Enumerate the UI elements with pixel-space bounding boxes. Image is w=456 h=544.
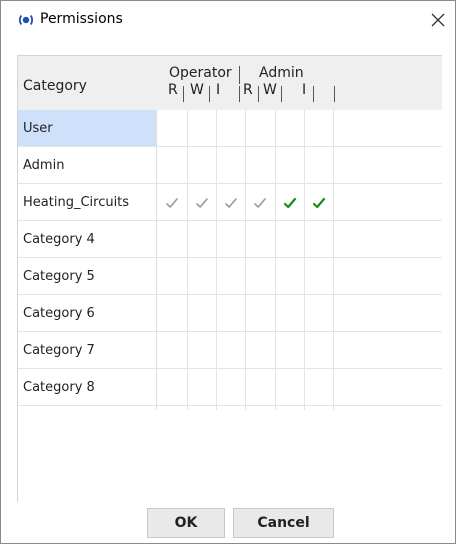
- permission-cell-admin-write[interactable]: [276, 258, 304, 295]
- permission-cell-admin-write[interactable]: [276, 221, 304, 258]
- checkmark-icon: [312, 197, 326, 209]
- subcolumn-separator: [281, 86, 282, 102]
- permission-cell-admin-write[interactable]: [276, 369, 304, 406]
- table-row[interactable]: Category 4: [18, 221, 442, 258]
- permission-cell-operator-inherit[interactable]: [217, 258, 245, 295]
- permission-cell-operator-write[interactable]: [188, 110, 216, 147]
- permission-cell-admin-read[interactable]: [246, 258, 274, 295]
- admin-inherit-header[interactable]: I: [302, 82, 306, 98]
- table-row[interactable]: Category 8: [18, 369, 442, 406]
- permission-cell-operator-read[interactable]: [158, 147, 186, 184]
- permission-cell-operator-inherit[interactable]: [217, 147, 245, 184]
- row-category-label[interactable]: Heating_Circuits: [18, 184, 156, 221]
- permission-cell-admin-read[interactable]: [246, 110, 274, 147]
- subcolumn-separator: [239, 86, 240, 102]
- permission-cell-operator-read[interactable]: [158, 184, 186, 221]
- subcolumn-separator: [183, 86, 184, 102]
- row-category-label[interactable]: Category 8: [18, 369, 156, 406]
- operator-write-header[interactable]: W: [190, 82, 204, 98]
- group-separator: [239, 66, 240, 84]
- ok-button[interactable]: OK: [147, 508, 225, 538]
- title-bar: Permissions: [1, 1, 455, 41]
- permission-cell-admin-write[interactable]: [276, 295, 304, 332]
- permission-cell-operator-read[interactable]: [158, 332, 186, 369]
- inherited-checkmark-icon: [225, 198, 237, 208]
- permission-cell-operator-inherit[interactable]: [217, 110, 245, 147]
- operator-group-header[interactable]: Operator: [169, 65, 232, 81]
- row-category-label[interactable]: Category 7: [18, 332, 156, 369]
- table-row[interactable]: Heating_Circuits: [18, 184, 442, 221]
- inherited-checkmark-icon: [166, 198, 178, 208]
- permission-cell-operator-write[interactable]: [188, 221, 216, 258]
- permission-cell-admin-write[interactable]: [276, 147, 304, 184]
- table-header: Category Operator Admin R W I R W I: [18, 56, 442, 110]
- permission-cell-operator-read[interactable]: [158, 369, 186, 406]
- close-icon[interactable]: [425, 7, 451, 33]
- permissions-dialog: Permissions Category Operator Admin R W …: [0, 0, 456, 544]
- permission-cell-operator-inherit[interactable]: [217, 369, 245, 406]
- checkmark-icon: [283, 197, 297, 209]
- permission-cell-admin-inherit[interactable]: [305, 110, 333, 147]
- permission-cell-admin-read[interactable]: [246, 221, 274, 258]
- operator-read-header[interactable]: R: [168, 82, 178, 98]
- inherited-checkmark-icon: [254, 198, 266, 208]
- permissions-table: Category Operator Admin R W I R W I User…: [17, 55, 442, 502]
- permission-cell-operator-read[interactable]: [158, 258, 186, 295]
- permission-cell-admin-inherit[interactable]: [305, 184, 333, 221]
- permission-cell-admin-write[interactable]: [276, 110, 304, 147]
- eye-icon: [18, 15, 34, 25]
- permission-cell-admin-read[interactable]: [246, 369, 274, 406]
- subcolumn-separator: [209, 86, 210, 102]
- permission-cell-operator-inherit[interactable]: [217, 221, 245, 258]
- subcolumn-separator: [258, 86, 259, 102]
- operator-inherit-header[interactable]: I: [216, 82, 220, 98]
- permission-cell-operator-read[interactable]: [158, 295, 186, 332]
- permission-cell-operator-write[interactable]: [188, 147, 216, 184]
- category-column-header: Category: [23, 78, 87, 94]
- row-category-label[interactable]: Category 5: [18, 258, 156, 295]
- table-row[interactable]: Category 7: [18, 332, 442, 369]
- subcolumn-separator: [334, 86, 335, 102]
- permission-cell-admin-write[interactable]: [276, 332, 304, 369]
- row-category-label[interactable]: Category 4: [18, 221, 156, 258]
- row-category-label[interactable]: Category 6: [18, 295, 156, 332]
- permission-cell-admin-inherit[interactable]: [305, 258, 333, 295]
- table-row[interactable]: Admin: [18, 147, 442, 184]
- permission-cell-admin-read[interactable]: [246, 295, 274, 332]
- permission-cell-operator-inherit[interactable]: [217, 332, 245, 369]
- table-row[interactable]: Category 5: [18, 258, 442, 295]
- admin-write-header[interactable]: W: [263, 82, 277, 98]
- permission-cell-operator-inherit[interactable]: [217, 184, 245, 221]
- permission-cell-operator-write[interactable]: [188, 184, 216, 221]
- permission-cell-operator-inherit[interactable]: [217, 295, 245, 332]
- permission-cell-admin-read[interactable]: [246, 332, 274, 369]
- permission-cell-operator-read[interactable]: [158, 110, 186, 147]
- table-row[interactable]: User: [18, 110, 442, 147]
- permission-cell-admin-read[interactable]: [246, 184, 274, 221]
- permission-cell-admin-write[interactable]: [276, 184, 304, 221]
- permission-cell-operator-write[interactable]: [188, 258, 216, 295]
- admin-read-header[interactable]: R: [243, 82, 253, 98]
- permission-cell-operator-read[interactable]: [158, 221, 186, 258]
- inherited-checkmark-icon: [196, 198, 208, 208]
- row-divider: [18, 405, 442, 406]
- permission-cell-operator-write[interactable]: [188, 369, 216, 406]
- permission-cell-admin-inherit[interactable]: [305, 332, 333, 369]
- permission-cell-admin-inherit[interactable]: [305, 147, 333, 184]
- permission-cell-admin-inherit[interactable]: [305, 295, 333, 332]
- subcolumn-separator: [313, 86, 314, 102]
- window-title: Permissions: [40, 11, 123, 27]
- permission-cell-admin-inherit[interactable]: [305, 369, 333, 406]
- permission-cell-admin-read[interactable]: [246, 147, 274, 184]
- table-row[interactable]: Category 6: [18, 295, 442, 332]
- admin-group-header[interactable]: Admin: [259, 65, 304, 81]
- permission-cell-admin-inherit[interactable]: [305, 221, 333, 258]
- row-category-label[interactable]: Admin: [18, 147, 156, 184]
- cancel-button[interactable]: Cancel: [233, 508, 334, 538]
- row-category-label[interactable]: User: [18, 110, 156, 147]
- permission-cell-operator-write[interactable]: [188, 332, 216, 369]
- permission-cell-operator-write[interactable]: [188, 295, 216, 332]
